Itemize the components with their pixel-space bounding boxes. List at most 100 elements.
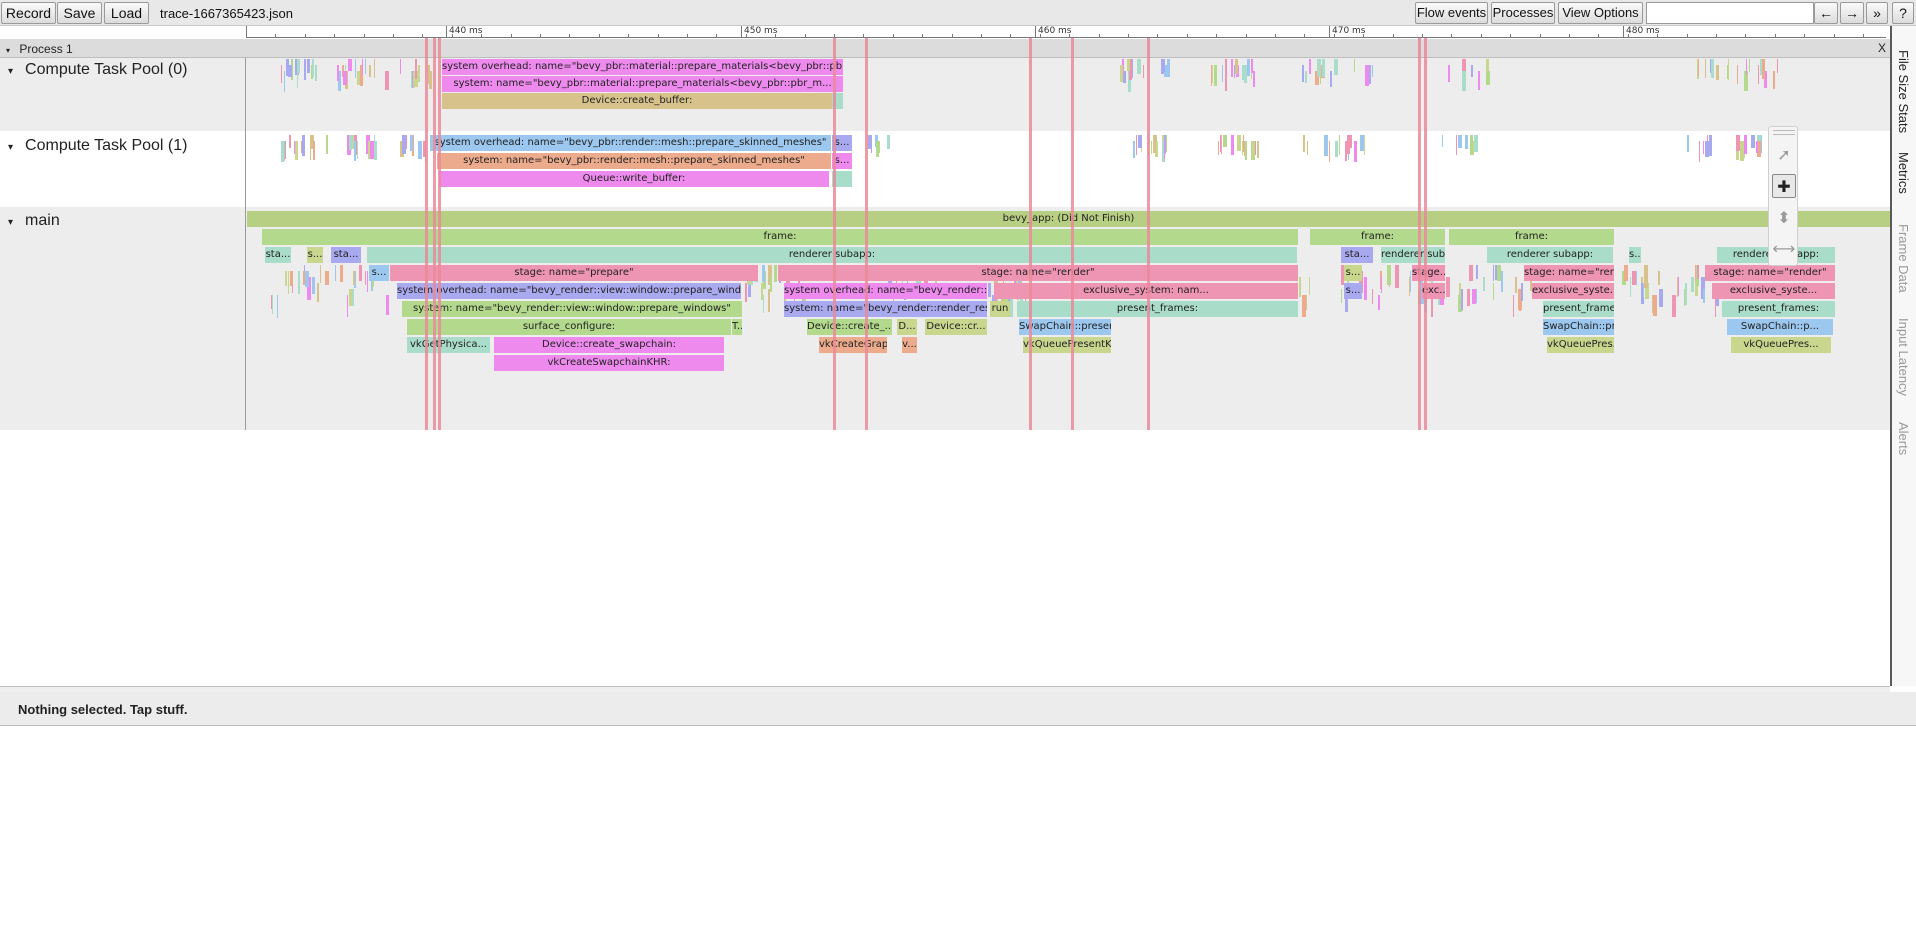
event-slice[interactable] <box>412 71 413 88</box>
slice-renderer-subapp[interactable]: renderer subapp: <box>367 247 1297 263</box>
event-slice[interactable] <box>284 71 285 92</box>
event-slice[interactable] <box>1387 265 1391 285</box>
event-slice[interactable] <box>1762 59 1765 79</box>
event-slice[interactable] <box>1737 65 1738 84</box>
event-slice[interactable] <box>1632 271 1636 285</box>
event-slice[interactable] <box>1465 135 1468 149</box>
event-slice[interactable] <box>1133 141 1135 158</box>
slice-system-render-resource[interactable]: system: name="bevy_render::render_resour… <box>784 301 987 317</box>
event-slice[interactable] <box>1467 289 1470 306</box>
slice-startup[interactable]: sta... <box>1341 247 1373 263</box>
event-slice[interactable] <box>1303 135 1305 152</box>
event-slice[interactable] <box>1339 135 1340 155</box>
event-slice[interactable] <box>1223 135 1227 147</box>
event-slice[interactable] <box>1257 141 1259 158</box>
slice-swapchain-present[interactable]: SwapChain::present: <box>1543 319 1614 335</box>
event-slice[interactable] <box>1231 135 1234 155</box>
tab-file-size-stats[interactable]: File Size Stats <box>1896 50 1911 133</box>
event-slice[interactable] <box>340 265 343 282</box>
event-slice[interactable] <box>1330 71 1332 87</box>
event-slice[interactable] <box>1143 65 1144 78</box>
event-slice[interactable] <box>1341 289 1342 303</box>
slice-t[interactable]: T... <box>732 319 742 335</box>
event-slice[interactable] <box>288 65 292 77</box>
event-slice[interactable] <box>1515 277 1517 293</box>
drag-handle[interactable] <box>1773 130 1795 135</box>
event-slice[interactable] <box>367 271 368 292</box>
event-slice[interactable] <box>1372 289 1373 304</box>
event-slice[interactable] <box>1711 59 1714 78</box>
event-slice[interactable] <box>310 141 311 160</box>
event-slice[interactable] <box>1758 65 1759 84</box>
event-slice[interactable] <box>297 59 300 73</box>
event-slice[interactable] <box>1247 59 1250 76</box>
event-slice[interactable] <box>295 141 298 160</box>
event-slice[interactable] <box>297 71 298 88</box>
event-slice[interactable] <box>1483 277 1485 291</box>
event-slice[interactable] <box>304 59 306 80</box>
event-slice[interactable] <box>988 283 991 297</box>
event-slice[interactable] <box>1378 295 1380 310</box>
tab-alerts[interactable]: Alerts <box>1896 422 1911 455</box>
event-slice[interactable] <box>428 65 430 84</box>
event-slice[interactable] <box>1395 265 1399 288</box>
process-header[interactable]: ▾ Process 1 X <box>0 39 1890 58</box>
event-slice[interactable] <box>1253 71 1255 87</box>
load-button[interactable]: Load <box>104 2 149 24</box>
event-slice[interactable] <box>1364 135 1365 155</box>
event-slice[interactable] <box>1756 141 1758 153</box>
move-cross-icon[interactable]: ✚ <box>1772 174 1796 198</box>
event-slice[interactable] <box>1459 283 1461 298</box>
event-slice[interactable] <box>1493 283 1494 300</box>
event-slice[interactable] <box>1242 65 1246 80</box>
slice-vkqueuepresent[interactable]: vkQueuePres... <box>1731 337 1831 353</box>
slice-d[interactable]: D... <box>897 319 917 335</box>
event-slice[interactable] <box>418 65 420 82</box>
slice-system-overhead-render-resource[interactable]: system overhead: name="bevy_render::rend… <box>784 283 987 299</box>
event-slice[interactable] <box>1299 277 1301 297</box>
triangle-down-icon[interactable]: ▾ <box>8 66 13 77</box>
tab-input-latency[interactable]: Input Latency <box>1896 318 1911 396</box>
event-slice[interactable] <box>1446 277 1450 297</box>
event-slice[interactable] <box>348 59 352 71</box>
event-slice[interactable] <box>1495 265 1497 280</box>
event-slice[interactable] <box>354 141 356 161</box>
slice-renderer-subapp[interactable]: renderer subapp: <box>1381 247 1445 263</box>
event-slice[interactable] <box>337 65 339 81</box>
event-slice[interactable] <box>385 71 389 90</box>
cursor-arrow-icon[interactable]: ➚ <box>1772 143 1796 167</box>
slice-exclusive-system[interactable]: exclusive_system: nam... <box>994 283 1298 299</box>
event-slice[interactable] <box>312 277 315 294</box>
event-slice[interactable] <box>357 71 360 85</box>
slice-swapchain-present[interactable]: SwapChain::p... <box>1727 319 1833 335</box>
more-button[interactable]: » <box>1866 2 1888 24</box>
slice-present-frames[interactable]: present_frames: <box>1722 301 1835 317</box>
event-slice[interactable] <box>1709 135 1712 156</box>
event-slice[interactable] <box>876 141 880 153</box>
event-slice[interactable] <box>1305 71 1307 83</box>
slice-startup[interactable]: sta... <box>265 247 291 263</box>
slice-system-prepare-windows[interactable]: system: name="bevy_render::view::window:… <box>402 301 742 317</box>
event-slice[interactable] <box>1409 277 1410 296</box>
event-slice[interactable] <box>277 295 278 318</box>
event-slice[interactable] <box>289 135 291 148</box>
event-slice[interactable] <box>313 141 315 160</box>
event-slice[interactable] <box>1448 65 1450 82</box>
event-slice[interactable] <box>1493 265 1494 281</box>
slice-device-create-swapchain[interactable]: Device::create_swapchain: <box>494 337 724 353</box>
event-slice[interactable] <box>1360 135 1364 151</box>
slice-system-prepare-skinned-meshes[interactable]: system: name="bevy_pbr::render::mesh::pr… <box>437 153 831 169</box>
slice-vkqueuepresent[interactable]: vkQueuePres... <box>1547 337 1614 353</box>
event-slice[interactable] <box>1302 295 1306 317</box>
event-slice[interactable] <box>317 283 319 302</box>
event-slice[interactable] <box>1322 59 1325 77</box>
event-slice[interactable] <box>1624 265 1628 281</box>
event-slice[interactable] <box>1137 59 1141 74</box>
slice-s[interactable]: s... <box>1344 265 1362 281</box>
event-slice[interactable] <box>1309 277 1310 295</box>
event-slice[interactable] <box>1521 283 1523 301</box>
event-slice[interactable] <box>768 289 770 312</box>
event-slice[interactable] <box>1161 59 1164 74</box>
event-slice[interactable] <box>1164 141 1165 159</box>
event-slice[interactable] <box>386 295 389 315</box>
